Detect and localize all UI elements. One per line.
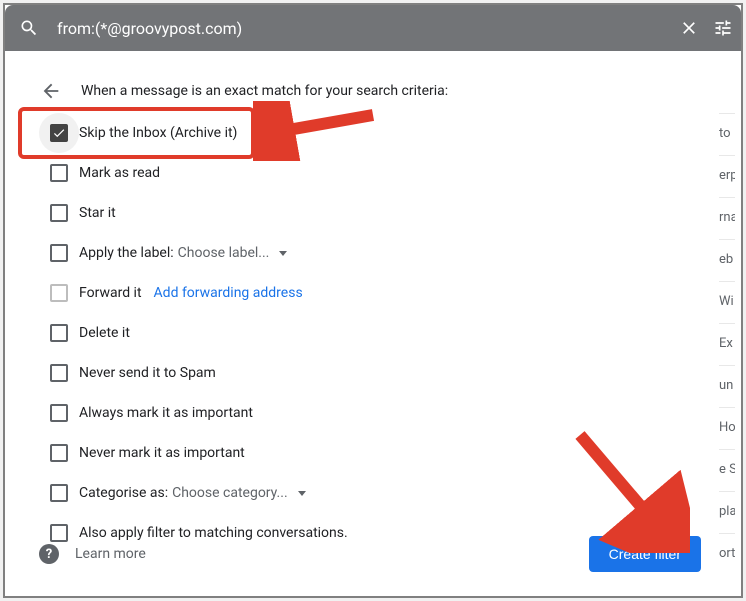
option-label: Star it xyxy=(79,205,116,221)
close-icon[interactable] xyxy=(679,18,699,38)
forwarding-address-link[interactable]: Add forwarding address xyxy=(154,285,303,301)
list-item: un xyxy=(719,365,735,407)
filter-option-row: Star it xyxy=(39,193,715,233)
search-input[interactable]: from:(*@groovypost.com) xyxy=(39,19,679,38)
list-item: Ex xyxy=(719,323,735,365)
panel-header: When a message is an exact match for you… xyxy=(81,83,448,99)
option-label: Always mark it as important xyxy=(79,405,253,421)
search-icon[interactable] xyxy=(19,18,39,38)
filter-option-row: Mark as read xyxy=(39,153,715,193)
dropdown-select[interactable]: Choose category... xyxy=(172,485,306,501)
checkbox[interactable] xyxy=(50,204,68,222)
list-item: erp xyxy=(719,155,735,197)
option-label: Delete it xyxy=(79,325,130,341)
tune-icon[interactable] xyxy=(713,18,733,38)
checkbox[interactable] xyxy=(50,404,68,422)
option-label: Mark as read xyxy=(79,165,160,181)
filter-option-row: Never mark it as important xyxy=(39,433,715,473)
option-label: Never mark it as important xyxy=(79,445,245,461)
checkbox[interactable] xyxy=(50,124,68,142)
create-filter-button[interactable]: Create filter xyxy=(589,536,701,572)
option-label: Apply the label: xyxy=(79,245,174,261)
filter-option-row: Never send it to Spam xyxy=(39,353,715,393)
checkbox[interactable] xyxy=(50,284,68,302)
filter-option-row: Skip the Inbox (Archive it) xyxy=(39,113,715,153)
option-label: Forward it xyxy=(79,285,142,301)
list-item: to xyxy=(719,113,735,155)
option-label: Never send it to Spam xyxy=(79,365,216,381)
list-item: Wi xyxy=(719,281,735,323)
list-item: e S xyxy=(719,449,735,491)
back-arrow-icon[interactable] xyxy=(39,79,63,103)
learn-more-link[interactable]: ? Learn more xyxy=(39,544,146,564)
checkbox[interactable] xyxy=(50,164,68,182)
checkbox[interactable] xyxy=(50,484,68,502)
list-item: ort xyxy=(719,533,735,575)
checkbox[interactable] xyxy=(50,444,68,462)
filter-option-row: Forward it Add forwarding address xyxy=(39,273,715,313)
checkbox[interactable] xyxy=(50,364,68,382)
filter-option-row: Always mark it as important xyxy=(39,393,715,433)
chevron-down-icon xyxy=(298,491,306,496)
list-item: rna xyxy=(719,197,735,239)
checkbox[interactable] xyxy=(50,324,68,342)
list-item: pla xyxy=(719,491,735,533)
filter-option-row: Apply the label:Choose label... xyxy=(39,233,715,273)
filter-panel: When a message is an exact match for you… xyxy=(15,63,715,588)
list-item: Ho xyxy=(719,407,735,449)
search-bar: from:(*@groovypost.com) xyxy=(5,5,741,51)
checkbox[interactable] xyxy=(50,244,68,262)
dropdown-select[interactable]: Choose label... xyxy=(178,245,288,261)
filter-option-row: Delete it xyxy=(39,313,715,353)
option-label: Categorise as: xyxy=(79,485,168,501)
list-item: eb xyxy=(719,239,735,281)
help-icon: ? xyxy=(39,544,59,564)
option-label: Skip the Inbox (Archive it) xyxy=(79,125,237,141)
chevron-down-icon xyxy=(279,251,287,256)
learn-more-label: Learn more xyxy=(75,546,146,562)
background-rows: toerprnaebWiExunHoe Splaort xyxy=(719,113,735,575)
filter-option-row: Categorise as:Choose category... xyxy=(39,473,715,513)
